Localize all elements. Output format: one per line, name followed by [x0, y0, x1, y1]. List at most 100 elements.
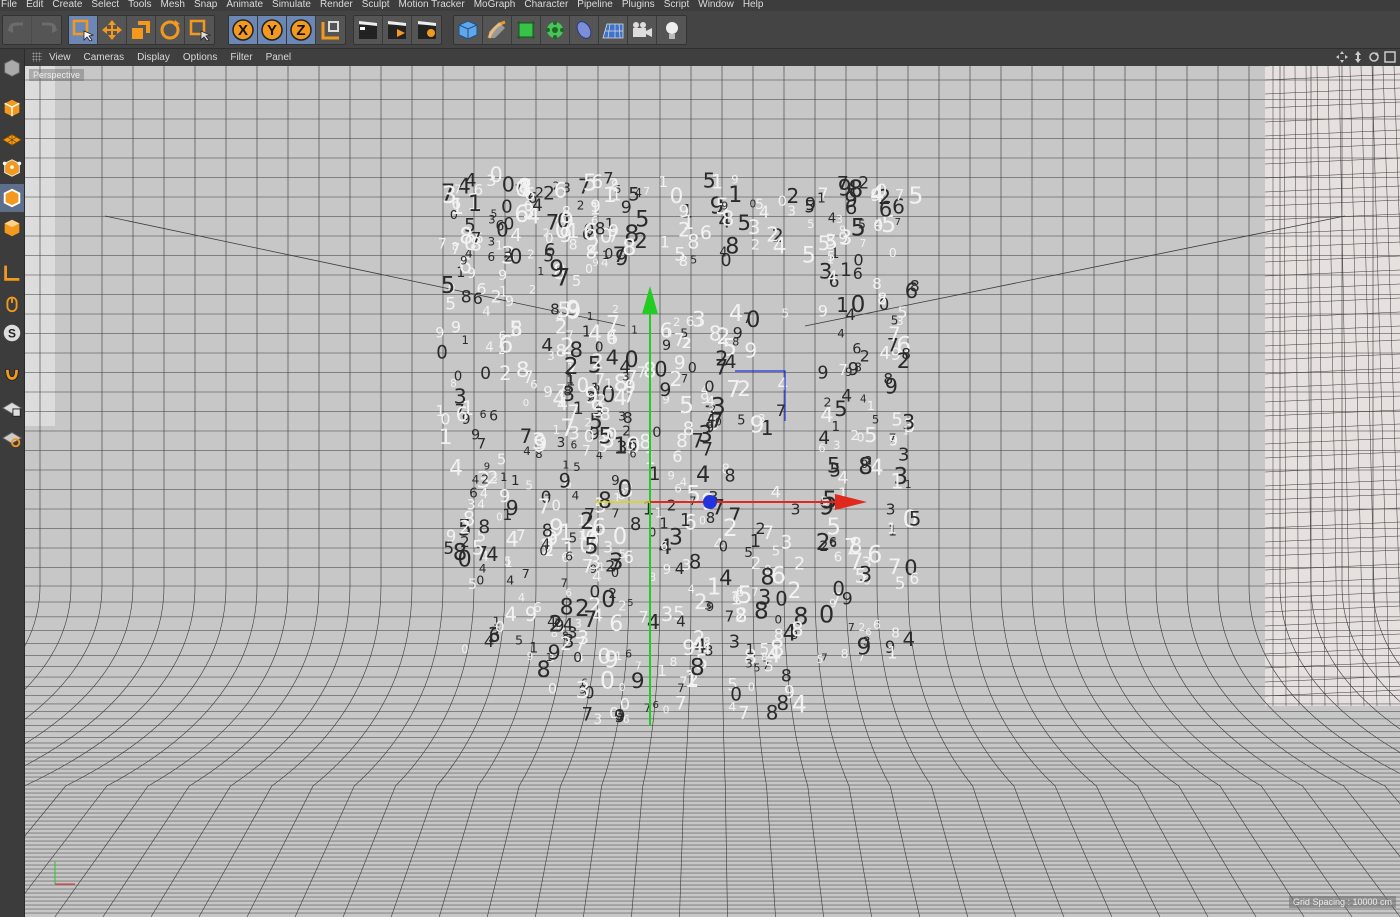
svg-text:2: 2 — [504, 251, 513, 266]
scale-button[interactable] — [127, 16, 156, 44]
svg-text:0: 0 — [584, 427, 595, 447]
menu-tools[interactable]: Tools — [128, 0, 160, 10]
polygons-mode-button[interactable] — [0, 214, 24, 242]
z-axis-lock-button[interactable]: Z — [287, 16, 316, 44]
view-menu-filter[interactable]: Filter — [230, 52, 252, 63]
svg-text:1: 1 — [450, 194, 464, 220]
menu-animate[interactable]: Animate — [226, 0, 272, 10]
view-menu-display[interactable]: Display — [137, 52, 170, 63]
solo-button[interactable] — [0, 424, 24, 452]
menu-create[interactable]: Create — [52, 0, 91, 10]
svg-text:9: 9 — [604, 648, 619, 674]
svg-text:5: 5 — [738, 210, 751, 235]
cloner-button[interactable] — [541, 16, 570, 44]
panel-grip[interactable] — [32, 52, 42, 62]
axis-label: Y — [267, 22, 277, 39]
svg-text:2: 2 — [481, 472, 489, 486]
menu-snap[interactable]: Snap — [194, 0, 226, 10]
svg-text:4: 4 — [837, 326, 845, 340]
svg-text:8: 8 — [511, 317, 523, 340]
render-settings-button[interactable] — [412, 16, 441, 44]
y-axis-lock-button[interactable]: Y — [258, 16, 287, 44]
live-selection-button[interactable] — [69, 16, 98, 44]
svg-text:9: 9 — [471, 427, 480, 443]
workplane-button[interactable] — [0, 124, 24, 152]
svg-text:7: 7 — [611, 507, 619, 522]
svg-text:4: 4 — [759, 202, 770, 222]
svg-text:6: 6 — [829, 534, 837, 549]
svg-text:8: 8 — [791, 618, 803, 641]
menu-file[interactable]: File — [0, 0, 26, 10]
svg-text:7: 7 — [538, 495, 551, 519]
subdivision-button[interactable] — [512, 16, 541, 44]
coordinate-system-button[interactable] — [316, 16, 345, 44]
view-menu-options[interactable]: Options — [183, 52, 217, 63]
axis-mode-button[interactable] — [0, 259, 24, 287]
svg-text:2: 2 — [612, 303, 619, 316]
last-tool-button[interactable] — [185, 16, 214, 44]
menu-mograph[interactable]: MoGraph — [474, 0, 525, 10]
perspective-viewport[interactable]: 4444154724464286290408010147780969786441… — [25, 66, 1400, 917]
svg-text:2: 2 — [527, 247, 535, 261]
menu-window[interactable]: Window — [698, 0, 743, 10]
svg-text:5: 5 — [834, 397, 847, 421]
menu-pipeline[interactable]: Pipeline — [577, 0, 622, 10]
pen-spline-icon — [487, 20, 506, 39]
svg-text:7: 7 — [438, 235, 447, 252]
edges-mode-button[interactable] — [0, 184, 24, 212]
svg-text:0: 0 — [480, 364, 491, 384]
svg-text:0: 0 — [523, 398, 529, 409]
light-button[interactable] — [657, 16, 686, 44]
menu-character[interactable]: Character — [524, 0, 577, 10]
menu-mesh[interactable]: Mesh — [161, 0, 194, 10]
tweak-mode-button[interactable] — [0, 289, 24, 317]
view-menu-view[interactable]: View — [49, 52, 71, 63]
points-mode-button[interactable] — [0, 154, 24, 182]
deformer-button[interactable] — [570, 16, 599, 44]
render-picture-viewer-button[interactable] — [383, 16, 412, 44]
view-menu-panel[interactable]: Panel — [266, 52, 292, 63]
svg-text:6: 6 — [583, 218, 598, 246]
move-button[interactable] — [98, 16, 127, 44]
zoom-view-icon[interactable] — [1352, 51, 1364, 63]
render-view-icon — [359, 21, 377, 39]
sculpt-mode-button[interactable]: S — [0, 319, 24, 347]
svg-text:6: 6 — [909, 569, 919, 588]
view-menu-cameras[interactable]: Cameras — [84, 52, 125, 63]
snap-button[interactable] — [0, 359, 24, 387]
menu-motion-tracker[interactable]: Motion Tracker — [399, 0, 474, 10]
menu-render[interactable]: Render — [320, 0, 362, 10]
redo-button[interactable] — [32, 16, 61, 44]
move-view-icon[interactable] — [1336, 51, 1348, 63]
undo-button[interactable] — [3, 16, 32, 44]
menu-script[interactable]: Script — [664, 0, 699, 10]
pen-spline-button[interactable] — [483, 16, 512, 44]
cube-button[interactable] — [454, 16, 483, 44]
lock-workplane-button[interactable] — [0, 394, 24, 422]
svg-text:1: 1 — [867, 398, 875, 413]
svg-text:4: 4 — [846, 305, 856, 324]
svg-text:8: 8 — [670, 655, 678, 669]
x-axis-lock-button[interactable]: X — [229, 16, 258, 44]
menu-help[interactable]: Help — [743, 0, 773, 10]
floor-button[interactable] — [599, 16, 628, 44]
svg-text:8: 8 — [841, 647, 849, 661]
menu-edit[interactable]: Edit — [26, 0, 52, 10]
svg-text:3: 3 — [622, 371, 629, 384]
svg-text:0: 0 — [501, 197, 513, 218]
texture-mode-button[interactable] — [0, 94, 24, 122]
render-view-button[interactable] — [354, 16, 383, 44]
menu-select[interactable]: Select — [91, 0, 128, 10]
svg-text:8: 8 — [452, 242, 458, 253]
rotate-view-icon[interactable] — [1368, 51, 1380, 63]
menu-simulate[interactable]: Simulate — [272, 0, 320, 10]
menu-plugins[interactable]: Plugins — [622, 0, 664, 10]
model-mode-button[interactable] — [0, 54, 24, 82]
svg-text:4: 4 — [647, 610, 660, 634]
maximize-view-icon[interactable] — [1384, 51, 1396, 63]
camera-button[interactable] — [628, 16, 657, 44]
rotate-button[interactable] — [156, 16, 185, 44]
svg-text:4: 4 — [485, 341, 493, 356]
svg-text:7: 7 — [848, 621, 855, 634]
menu-sculpt[interactable]: Sculpt — [362, 0, 399, 10]
